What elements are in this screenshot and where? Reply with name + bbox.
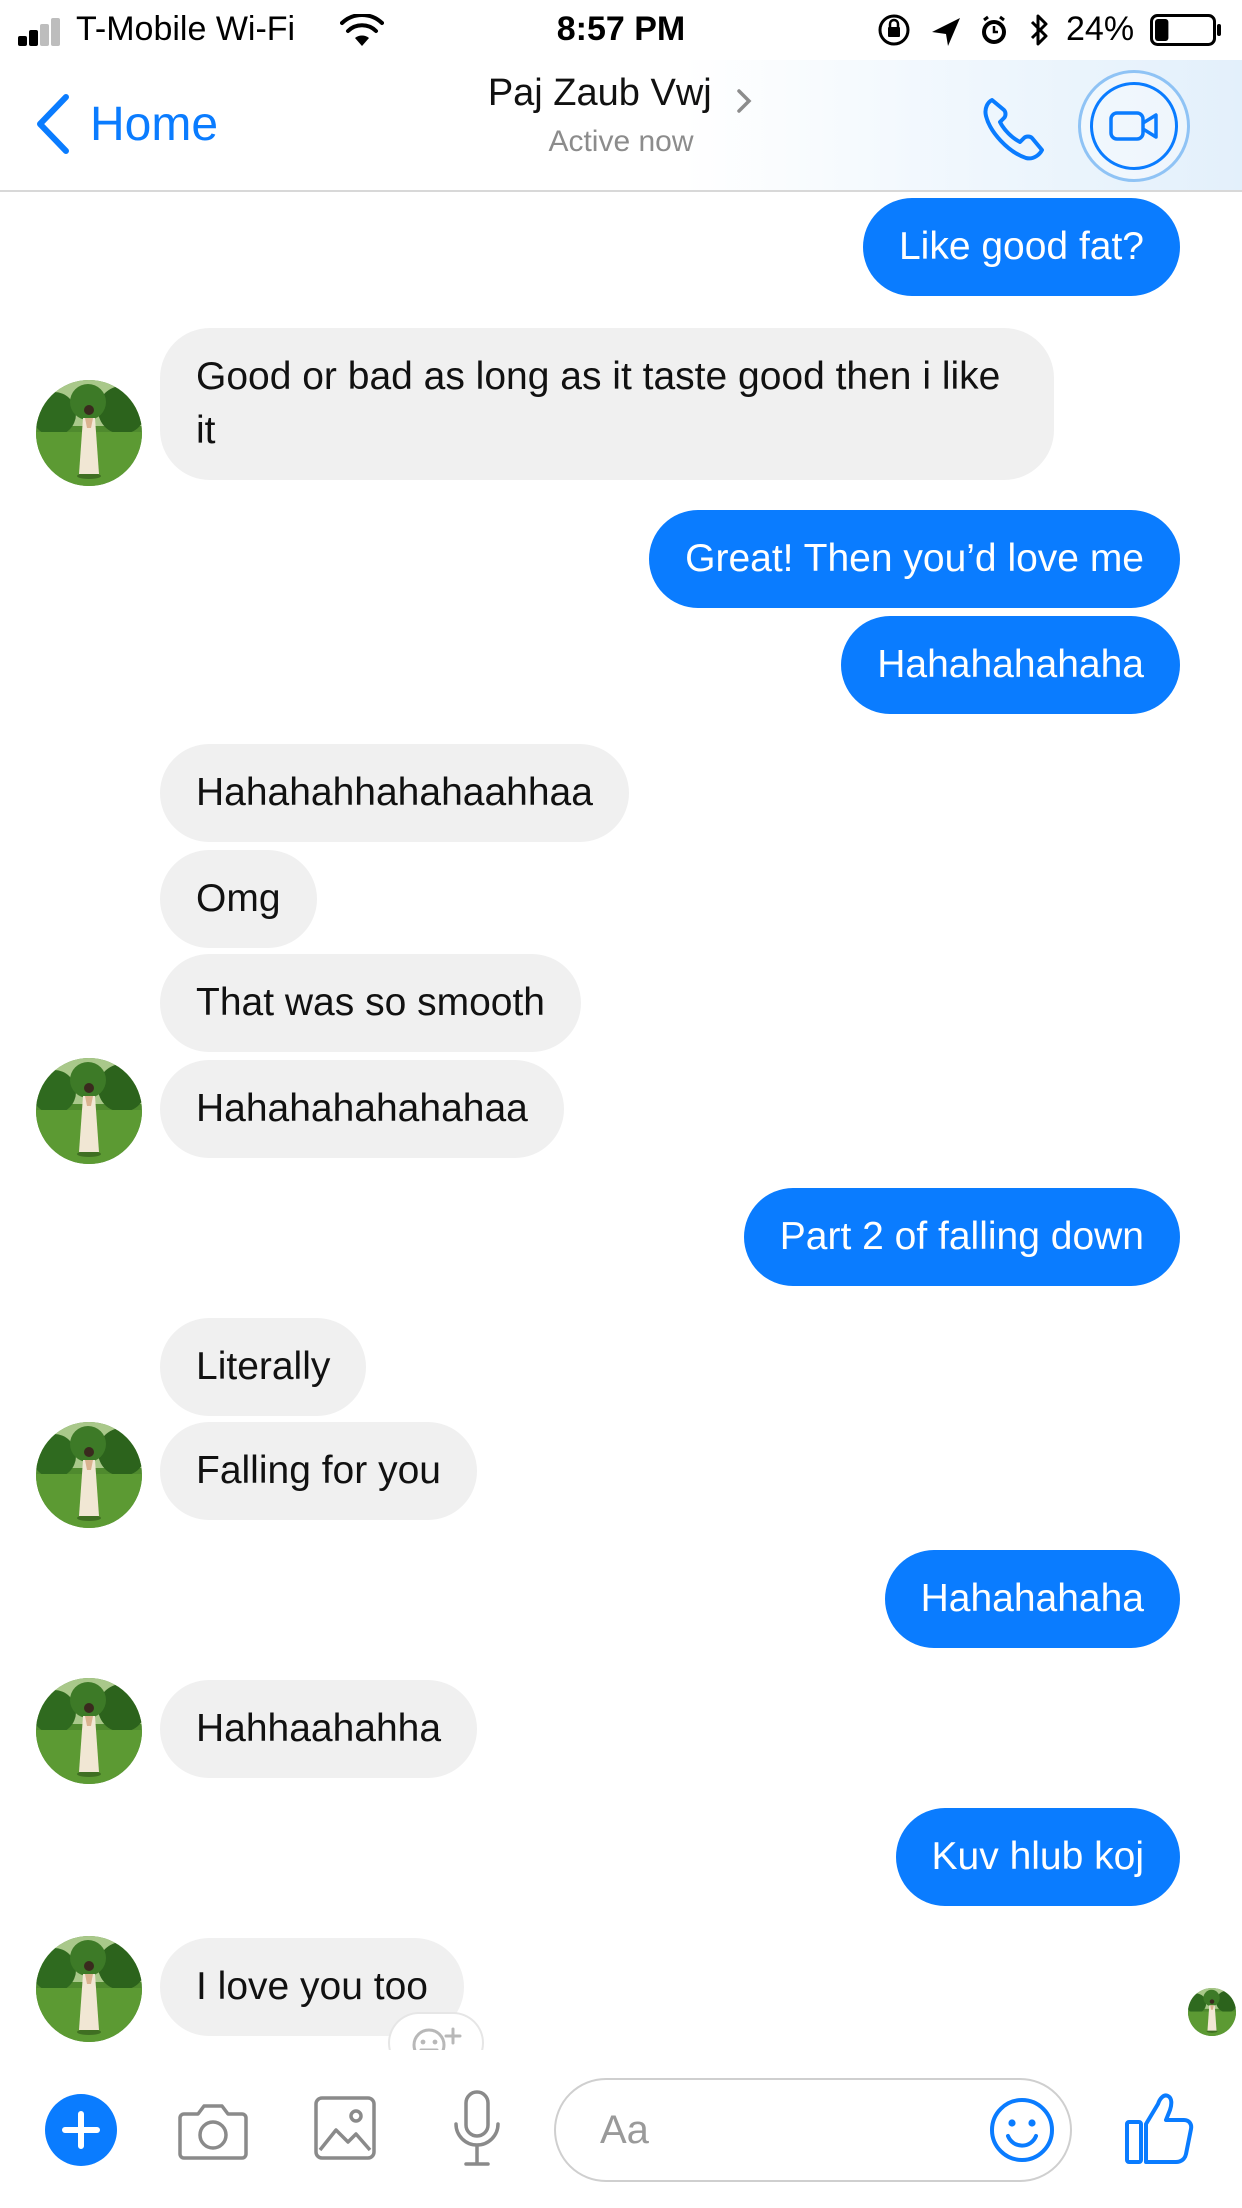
back-label: Home	[90, 97, 219, 151]
incoming-message[interactable]: Omg	[160, 850, 317, 948]
video-camera-icon	[1109, 111, 1158, 141]
status-icons	[878, 14, 1048, 46]
outgoing-message[interactable]: Great! Then you’d love me	[649, 510, 1180, 608]
avatar[interactable]	[36, 1936, 142, 2042]
contact-info[interactable]: Paj Zaub Vwj Active now	[300, 72, 942, 159]
emoji-icon[interactable]	[988, 2096, 1056, 2164]
phone-icon[interactable]	[978, 92, 1050, 164]
contact-name: Paj Zaub Vwj	[487, 72, 712, 114]
incoming-message[interactable]: Falling for you	[160, 1422, 477, 1520]
back-button[interactable]: Home	[34, 92, 254, 156]
outgoing-message[interactable]: Part 2 of falling down	[743, 1188, 1180, 1286]
more-actions-button[interactable]	[45, 2094, 117, 2166]
status-bar: T-Mobile Wi-Fi 8:57 PM 24%	[0, 0, 1242, 60]
battery-percent: 24%	[1066, 10, 1135, 48]
outgoing-message[interactable]: Kuv hlub koj	[895, 1808, 1180, 1906]
composer-bar	[0, 2052, 1242, 2208]
seen-indicator-avatar	[1188, 1988, 1236, 2036]
microphone-icon[interactable]	[448, 2088, 506, 2172]
incoming-message[interactable]: Hahahahahahahaa	[160, 1060, 564, 1158]
plus-icon	[62, 2111, 100, 2149]
outgoing-message[interactable]: Hahahahahaha	[841, 616, 1180, 714]
contact-status: Active now	[548, 125, 694, 158]
incoming-message[interactable]: Hahhaahahha	[160, 1680, 478, 1778]
location-icon	[932, 18, 960, 46]
incoming-message[interactable]: Literally	[160, 1318, 367, 1416]
image-icon[interactable]	[312, 2092, 378, 2164]
incoming-message[interactable]: That was so smooth	[160, 954, 581, 1052]
incoming-message[interactable]: Hahahahhahahaahhaa	[160, 744, 629, 842]
incoming-message[interactable]: Good or bad as long as it taste good the…	[160, 328, 1054, 480]
outgoing-message[interactable]: Hahahahaha	[884, 1550, 1180, 1648]
camera-icon[interactable]	[176, 2092, 250, 2166]
avatar[interactable]	[36, 1422, 142, 1528]
avatar[interactable]	[36, 1058, 142, 1164]
bluetooth-icon	[1030, 14, 1048, 46]
avatar[interactable]	[36, 380, 142, 486]
orientation-lock-icon	[878, 14, 910, 46]
conversation-header: Home Paj Zaub Vwj Active now	[0, 60, 1242, 192]
alarm-icon	[982, 15, 1006, 44]
add-reaction-icon	[412, 2027, 462, 2050]
chevron-right-icon	[737, 89, 752, 113]
add-reaction-button[interactable]	[390, 2014, 482, 2050]
message-thread[interactable]: Like good fat? Good or bad as long as it…	[0, 194, 1242, 2050]
outgoing-message[interactable]: Like good fat?	[862, 198, 1180, 296]
chevron-left-icon	[37, 94, 69, 154]
video-call-button[interactable]	[1078, 70, 1190, 182]
battery-icon	[1150, 14, 1221, 46]
thumbs-up-icon[interactable]	[1124, 2090, 1194, 2166]
video-call-ring	[1090, 82, 1178, 170]
avatar[interactable]	[36, 1678, 142, 1784]
